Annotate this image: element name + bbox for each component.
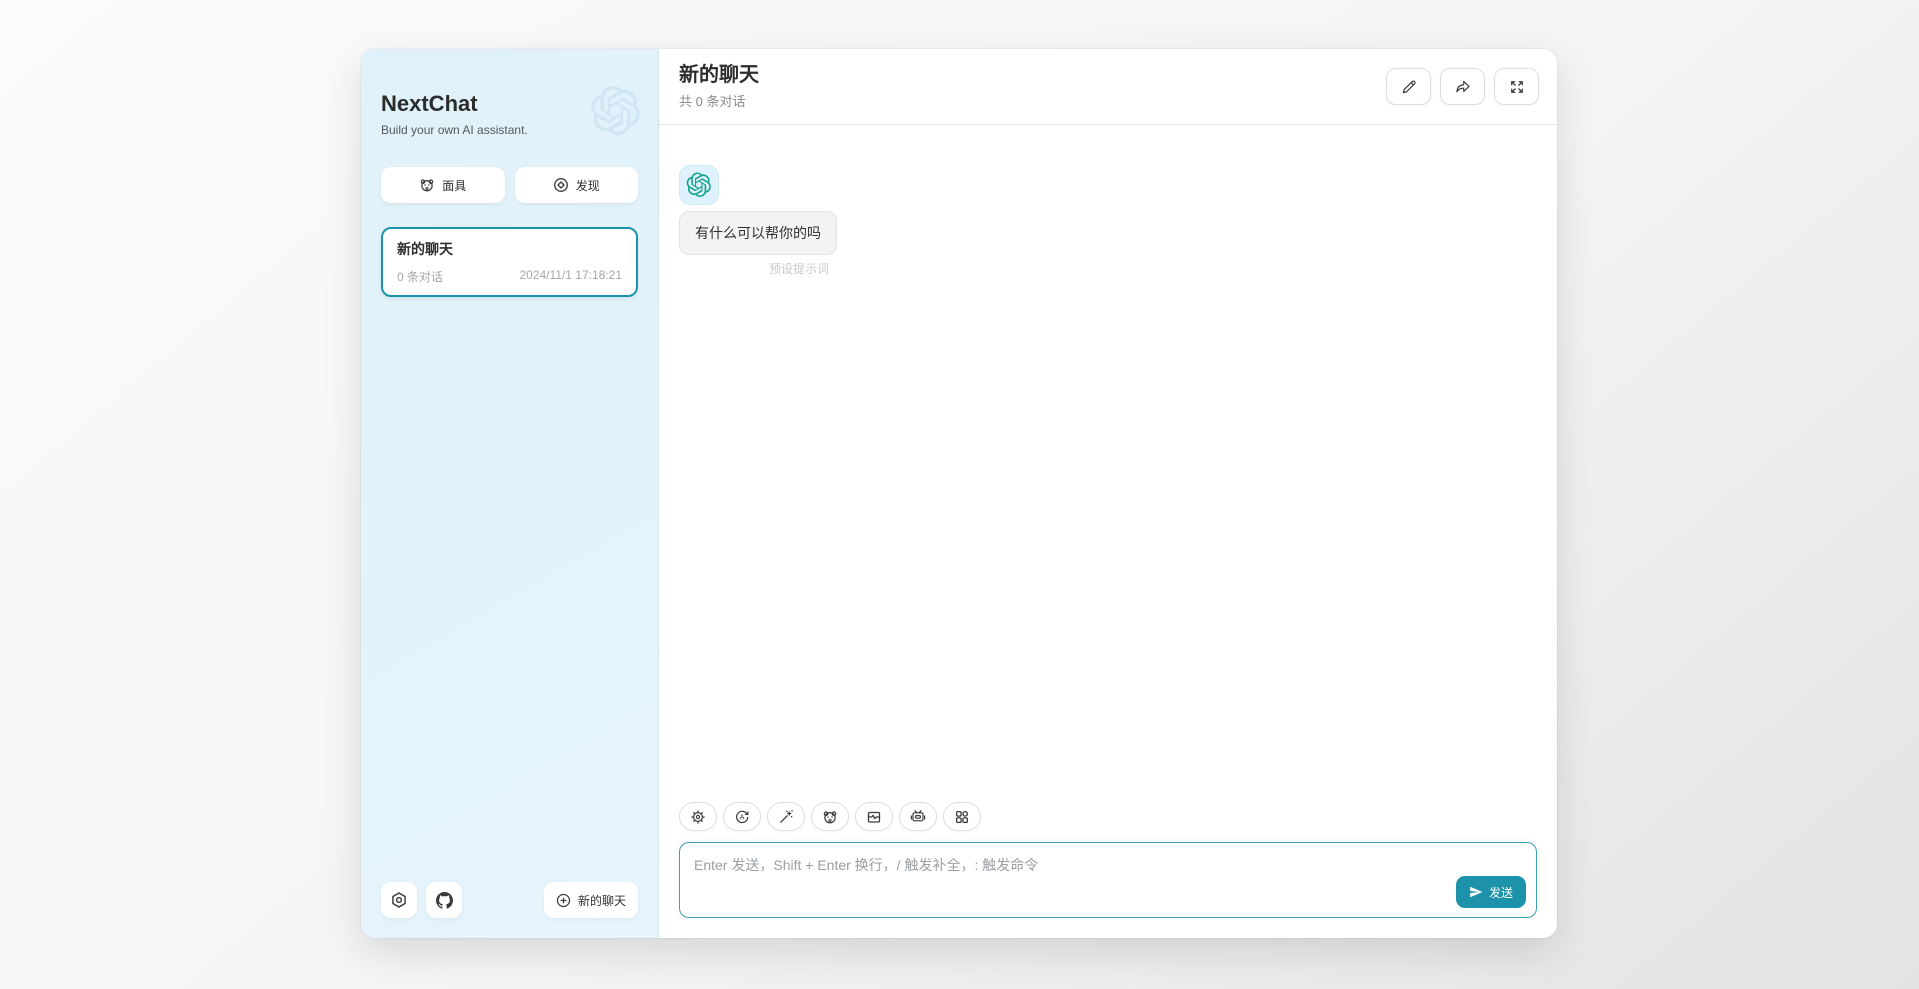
message-column: 有什么可以帮你的吗 预设提示词 [679,211,837,277]
send-button-label: 发送 [1489,884,1513,901]
rename-chat-button[interactable] [1386,68,1431,105]
chat-header: 新的聊天 共 0 条对话 [659,49,1557,125]
clear-context-button[interactable] [855,802,893,831]
github-icon [436,892,453,909]
assistant-avatar [679,165,719,205]
composer: A [659,796,1557,938]
github-button[interactable] [426,882,462,918]
openai-logo-icon [686,172,712,198]
edit-pencil-icon [1400,78,1418,96]
nextchat-window: NextChat Build your own AI assistant. 面具 [361,49,1557,938]
chat-header-titles: 新的聊天 共 0 条对话 [679,63,759,110]
model-robot-icon [910,809,926,825]
chat-message-assistant: 有什么可以帮你的吗 预设提示词 [679,165,1537,277]
mask-icon [822,809,838,825]
sidebar-actions: 面具 发现 [381,167,638,203]
prompt-wand-icon [778,809,794,825]
chat-settings-button[interactable] [679,802,717,831]
discover-icon [553,177,569,193]
mask-button-label: 面具 [442,177,466,194]
clear-context-icon [866,809,882,825]
settings-icon [390,891,408,909]
theme-toggle-button[interactable]: A [723,802,761,831]
new-chat-button[interactable]: 新的聊天 [544,882,638,918]
mask-icon [419,177,435,193]
settings-button[interactable] [381,882,417,918]
mask-button[interactable]: 面具 [381,167,505,203]
composer-toolbar: A [679,802,1537,831]
maximize-icon [1508,78,1526,96]
model-select-button[interactable] [899,802,937,831]
chat-item-title: 新的聊天 [397,239,622,259]
chat-main: 新的聊天 共 0 条对话 [659,49,1557,938]
sidebar-footer: 新的聊天 [381,882,638,918]
message-bubble[interactable]: 有什么可以帮你的吗 [679,211,837,255]
plugins-grid-icon [954,809,970,825]
new-chat-button-label: 新的聊天 [578,892,626,909]
chat-list: 新的聊天 0 条对话 2024/11/1 17:18:21 [381,227,638,297]
openai-logo-watermark-icon [590,85,642,137]
chat-item-meta: 0 条对话 2024/11/1 17:18:21 [397,268,622,285]
chat-header-actions [1386,68,1539,105]
svg-text:A: A [739,812,744,821]
chat-item-count: 0 条对话 [397,268,443,285]
share-chat-button[interactable] [1440,68,1485,105]
theme-auto-icon: A [734,809,750,825]
maximize-button[interactable] [1494,68,1539,105]
discover-button-label: 发现 [576,177,600,194]
send-button[interactable]: 发送 [1456,876,1526,908]
masks-button[interactable] [811,802,849,831]
paper-plane-icon [1469,885,1483,899]
prompt-commands-button[interactable] [767,802,805,831]
plus-circle-icon [556,893,571,908]
share-icon [1454,78,1472,96]
chat-title: 新的聊天 [679,63,759,87]
sidebar: NextChat Build your own AI assistant. 面具 [361,49,659,938]
chat-item-timestamp: 2024/11/1 17:18:21 [519,268,622,285]
message-input[interactable] [680,843,1536,917]
chat-message-count: 共 0 条对话 [679,91,759,110]
message-context-tag: 预设提示词 [679,260,837,277]
chat-body: 有什么可以帮你的吗 预设提示词 [659,125,1557,796]
settings-icon [690,809,706,825]
chat-list-item[interactable]: 新的聊天 0 条对话 2024/11/1 17:18:21 [381,227,638,297]
message-input-container: 发送 [679,842,1537,918]
discover-button[interactable]: 发现 [515,167,639,203]
plugins-button[interactable] [943,802,981,831]
